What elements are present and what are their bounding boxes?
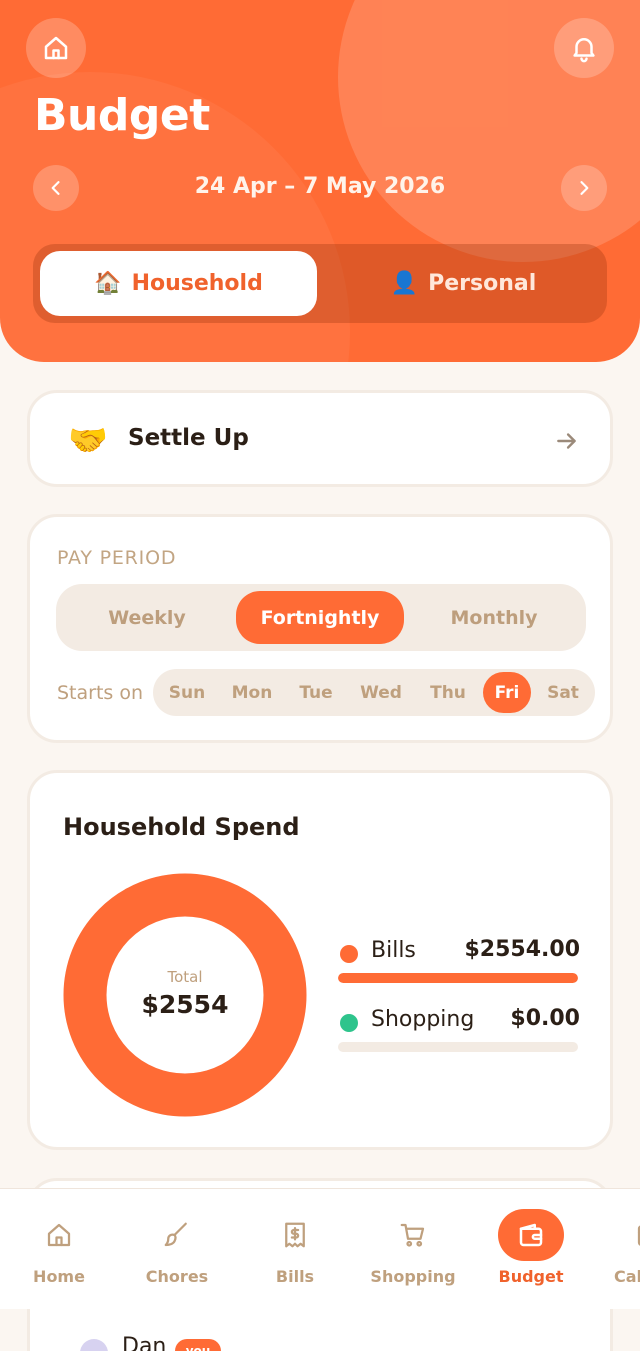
arrow-right-icon [557,433,576,449]
cart-icon [391,1213,435,1257]
brush-icon [155,1213,199,1257]
donut-total-label: Total [167,968,203,986]
chevron-right-icon [580,181,589,195]
tab-personal-label: Personal [428,271,537,296]
tab-household-label: Household [131,271,263,296]
bills-progress-fill [338,973,578,983]
home-icon [44,36,68,60]
home-icon [37,1213,81,1257]
header: Budget 24 Apr – 7 May 2026 🏠 Household 👤… [0,0,640,362]
bills-progress-track [338,973,578,983]
day-sat[interactable]: Sat [537,672,589,713]
nav-calendar-label: Cal [614,1267,640,1286]
bell-icon [573,38,595,63]
nav-shopping[interactable]: Shopping [354,1189,472,1310]
frequency-weekly[interactable]: Weekly [63,591,231,644]
frequency-fortnightly[interactable]: Fortnightly [236,591,404,644]
house-icon: 🏠 [94,271,122,296]
household-spend-card: Household Spend Total $2554 Bills $2554.… [27,770,613,1150]
nav-budget[interactable]: Budget [472,1189,590,1310]
legend-dot-bills [340,945,358,963]
calendar-icon [627,1213,640,1257]
legend-dot-shopping [340,1014,358,1032]
settle-up-label: Settle Up [128,425,249,451]
shopping-progress-track [338,1042,578,1052]
scope-toggle: 🏠 Household 👤 Personal [33,244,607,323]
day-thu[interactable]: Thu [422,672,474,713]
donut-total-value: $2554 [141,990,229,1019]
frequency-monthly[interactable]: Monthly [410,591,578,644]
member-badge: you [175,1339,221,1351]
day-fri[interactable]: Fri [483,672,531,713]
settle-up-card[interactable]: 🤝 Settle Up [27,390,613,487]
tab-household[interactable]: 🏠 Household [40,251,317,316]
legend-value-shopping: $0.00 [510,1006,580,1031]
day-sun[interactable]: Sun [161,672,213,713]
nav-budget-label: Budget [498,1267,564,1286]
handshake-icon: 🤝 [68,421,108,459]
nav-calendar[interactable]: Cal [590,1189,640,1310]
spend-title: Household Spend [63,813,300,841]
legend-value-bills: $2554.00 [464,937,580,962]
page-title: Budget [34,90,210,141]
frequency-selector: Weekly Fortnightly Monthly [56,584,586,651]
tab-personal[interactable]: 👤 Personal [325,251,602,316]
notifications-button[interactable] [554,18,614,78]
legend-name-bills: Bills [371,938,416,963]
nav-home[interactable]: Home [0,1189,118,1310]
date-range: 24 Apr – 7 May 2026 [194,174,446,199]
nav-chores-label: Chores [145,1267,209,1286]
receipt-icon [273,1213,317,1257]
bottom-nav: Home Chores Bills Shopping Budget Cal [0,1188,640,1309]
chevron-left-icon [51,181,60,195]
member-name: Dan [122,1334,167,1351]
nav-home-label: Home [33,1267,85,1286]
home-button[interactable] [26,18,86,78]
legend-item-shopping[interactable]: Shopping $0.00 [338,1005,580,1035]
day-tue[interactable]: Tue [290,672,342,713]
nav-bills[interactable]: Bills [236,1189,354,1310]
nav-chores[interactable]: Chores [118,1189,236,1310]
next-period-button[interactable] [561,165,607,211]
person-icon: 👤 [390,271,419,296]
start-day-selector: Sun Mon Tue Wed Thu Fri Sat [153,669,595,716]
starts-on-label: Starts on [57,682,144,704]
day-wed[interactable]: Wed [355,672,407,713]
legend-item-bills[interactable]: Bills $2554.00 [338,936,580,966]
nav-bills-label: Bills [275,1267,315,1286]
pay-period-label: PAY PERIOD [57,547,177,569]
day-mon[interactable]: Mon [226,672,278,713]
previous-period-button[interactable] [33,165,79,211]
pay-period-card: PAY PERIOD Weekly Fortnightly Monthly St… [27,514,613,743]
avatar [80,1339,108,1351]
nav-shopping-label: Shopping [370,1267,456,1286]
legend-name-shopping: Shopping [371,1007,475,1032]
wallet-icon [498,1209,564,1261]
